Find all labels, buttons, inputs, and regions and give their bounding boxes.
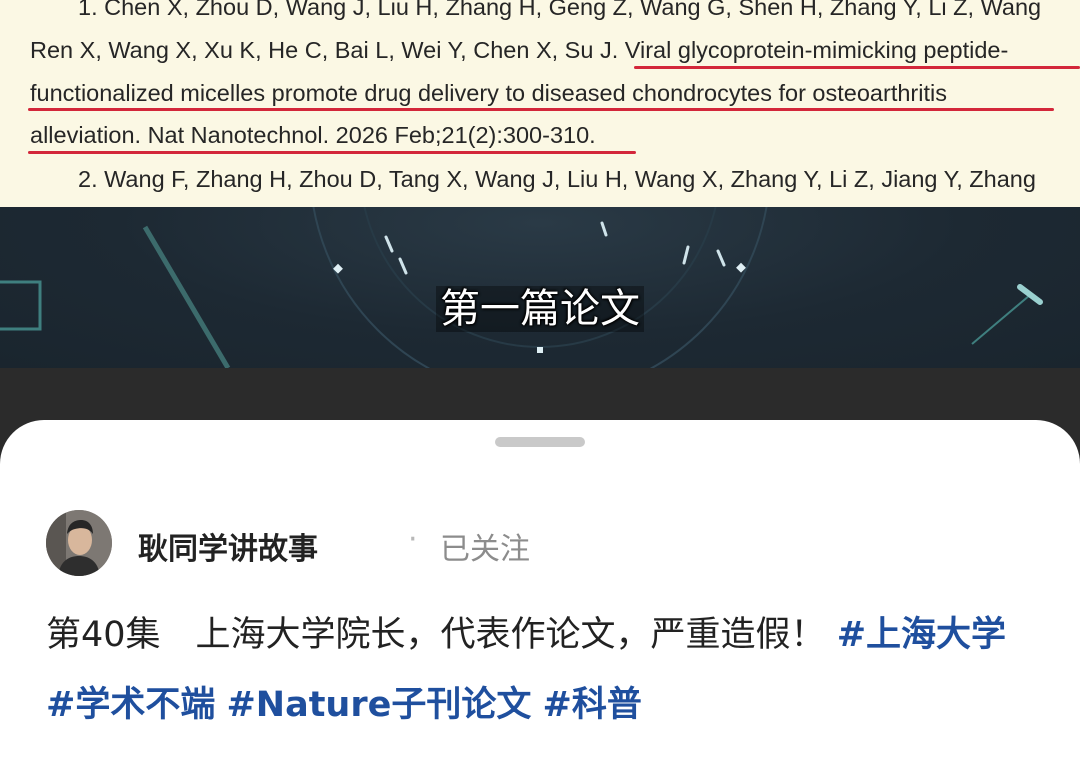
- avatar-photo-icon: [46, 510, 112, 576]
- red-underline: [28, 108, 1054, 111]
- hashtag-link[interactable]: #学术不端: [46, 685, 215, 725]
- info-bottom-sheet: 耿同学讲故事 · 已关注 第40集 上海大学院长，代表作论文，严重造假！ #上海…: [0, 420, 1080, 780]
- drag-handle[interactable]: [495, 437, 585, 447]
- red-underline: [28, 151, 636, 154]
- hashtag-link[interactable]: #科普: [543, 685, 642, 725]
- reference-authors: Ren X, Wang X, Xu K, He C, Bai L, Wei Y,…: [30, 37, 625, 63]
- hashtag-link[interactable]: #上海大学: [837, 615, 1006, 655]
- author-row: 耿同学讲故事 · 已关注: [46, 510, 746, 578]
- reference-line-2: Ren X, Wang X, Xu K, He C, Bai L, Wei Y,…: [30, 37, 1008, 64]
- author-name[interactable]: 耿同学讲故事: [138, 524, 318, 568]
- reference-title-start: Viral glycoprotein-mimicking peptide-: [624, 37, 1009, 63]
- video-subtitle: 第一篇论文: [0, 276, 1080, 334]
- red-underline: [634, 66, 1080, 69]
- reference-journal: alleviation. Nat Nanotechnol. 2026 Feb;2…: [30, 122, 590, 148]
- reference-line-3: functionalized micelles promote drug del…: [30, 80, 947, 106]
- reference-line-5: 2. Wang F, Zhang H, Zhou D, Tang X, Wang…: [78, 166, 1036, 192]
- paper-reference-screenshot: 1. Chen X, Zhou D, Wang J, Liu H, Zhang …: [0, 0, 1080, 207]
- post-title-text: 第40集 上海大学院长，代表作论文，严重造假！: [46, 615, 826, 655]
- hashtag-link[interactable]: #Nature子刊论文: [226, 685, 531, 725]
- reference-line-4: alleviation. Nat Nanotechnol. 2026 Feb;2…: [30, 122, 596, 148]
- post-description: 第40集 上海大学院长，代表作论文，严重造假！ #上海大学 #学术不端 #Nat…: [46, 600, 1036, 740]
- follow-status-button[interactable]: 已关注: [440, 524, 530, 568]
- separator-dot: ·: [408, 522, 418, 557]
- avatar[interactable]: [46, 510, 112, 576]
- reference-line-1: 1. Chen X, Zhou D, Wang J, Liu H, Zhang …: [78, 0, 1042, 20]
- video-player[interactable]: 1. Chen X, Zhou D, Wang J, Liu H, Zhang …: [0, 0, 1080, 368]
